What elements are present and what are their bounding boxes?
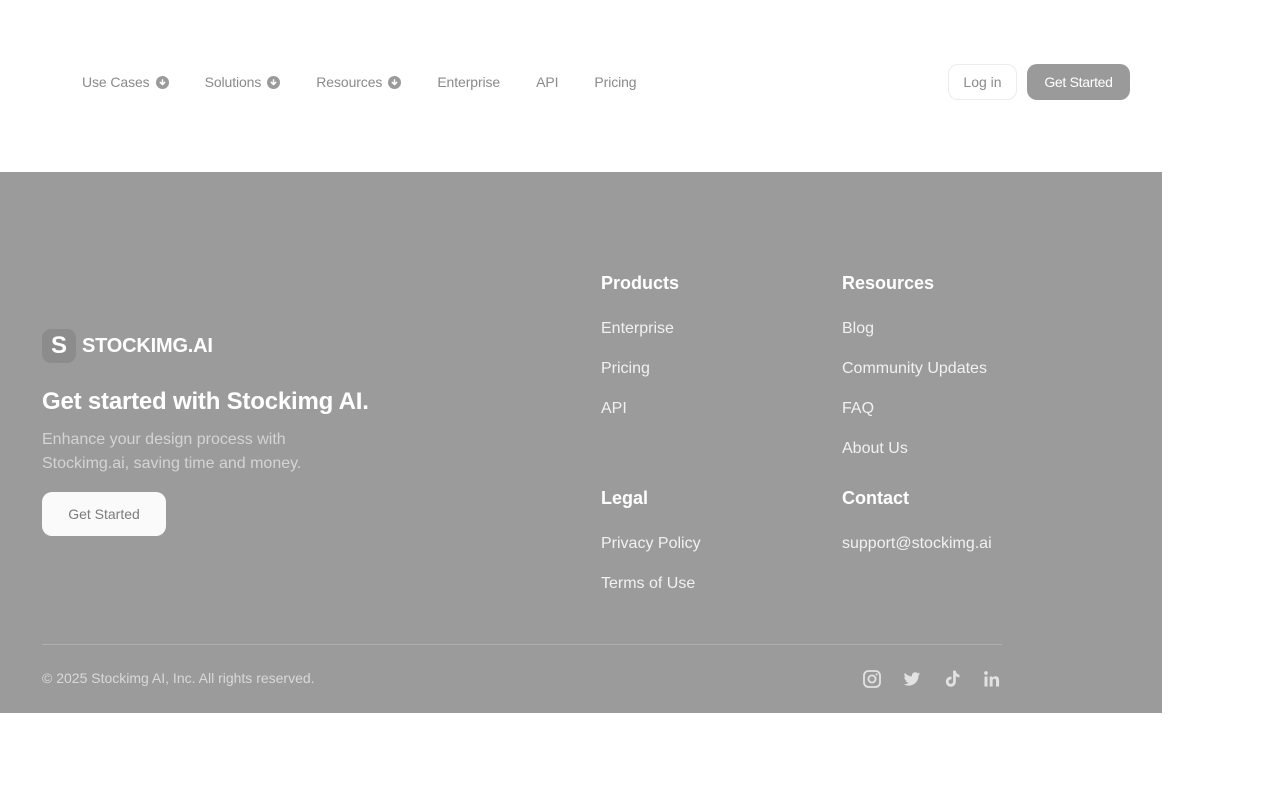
footer-link-support-email[interactable]: support@stockimg.ai — [842, 534, 992, 554]
products-heading: Products — [601, 273, 680, 293]
top-navigation: Use Cases Solutions Resources Enterprise — [0, 0, 1280, 172]
nav-use-cases[interactable]: Use Cases — [82, 74, 169, 90]
page: Use Cases Solutions Resources Enterprise — [0, 0, 1280, 800]
contact-heading: Contact — [842, 488, 909, 508]
chevron-down-icon — [155, 75, 169, 89]
nav-label: API — [536, 74, 559, 90]
legal-heading: Legal — [601, 488, 649, 508]
nav-label: Enterprise — [437, 74, 501, 90]
nav-label: Pricing — [594, 74, 637, 90]
footer-title: Get started with Stockimg AI. — [42, 388, 369, 415]
products-column: Products Enterprise Pricing API — [601, 272, 679, 419]
footer-link-pricing[interactable]: Pricing — [601, 359, 679, 379]
resources-heading: Resources — [842, 273, 935, 293]
nav-solutions[interactable]: Solutions — [205, 74, 281, 90]
chevron-down-icon — [388, 75, 402, 89]
resources-column: Resources Blog Community Updates FAQ Abo… — [842, 272, 987, 459]
footer-link-blog[interactable]: Blog — [842, 319, 987, 339]
brand-name: STOCKIMG.AI — [82, 334, 213, 357]
get-started-button[interactable]: Get Started — [1027, 64, 1130, 100]
nav-enterprise[interactable]: Enterprise — [437, 74, 500, 90]
tiktok-icon[interactable] — [942, 669, 962, 689]
nav-api[interactable]: API — [536, 74, 558, 90]
brand-logo[interactable]: S STOCKIMG.AI — [42, 329, 213, 363]
footer-link-faq[interactable]: FAQ — [842, 399, 987, 419]
login-button[interactable]: Log in — [948, 64, 1017, 100]
footer-link-privacy-policy[interactable]: Privacy Policy — [601, 534, 701, 554]
copyright-text: © 2025 Stockimg AI, Inc. All rights rese… — [42, 670, 315, 686]
nav-pricing[interactable]: Pricing — [594, 74, 636, 90]
contact-column: Contact support@stockimg.ai — [842, 487, 992, 554]
footer-link-api[interactable]: API — [601, 399, 679, 419]
chevron-down-icon — [267, 75, 281, 89]
footer-subtitle: Enhance your design process with Stockim… — [42, 431, 302, 472]
footer-get-started-button[interactable]: Get Started — [42, 492, 166, 536]
nav-label: Solutions — [204, 74, 262, 90]
footer-link-about-us[interactable]: About Us — [842, 439, 987, 459]
instagram-icon[interactable] — [862, 669, 882, 689]
linkedin-icon[interactable] — [982, 669, 1002, 689]
footer-divider — [42, 644, 1002, 645]
nav-label: Use Cases — [82, 74, 150, 90]
footer-link-enterprise[interactable]: Enterprise — [601, 319, 679, 339]
social-links — [862, 669, 1002, 689]
logo-icon: S — [42, 329, 76, 363]
nav-resources[interactable]: Resources — [316, 74, 402, 90]
legal-column: Legal Privacy Policy Terms of Use — [601, 487, 701, 594]
nav-label: Resources — [316, 74, 383, 90]
footer-link-terms-of-use[interactable]: Terms of Use — [601, 574, 701, 594]
twitter-icon[interactable] — [902, 669, 922, 689]
nav-links: Use Cases Solutions Resources Enterprise — [82, 72, 637, 92]
footer-link-community-updates[interactable]: Community Updates — [842, 359, 987, 379]
footer: S STOCKIMG.AI Get started with Stockimg … — [0, 172, 1162, 713]
